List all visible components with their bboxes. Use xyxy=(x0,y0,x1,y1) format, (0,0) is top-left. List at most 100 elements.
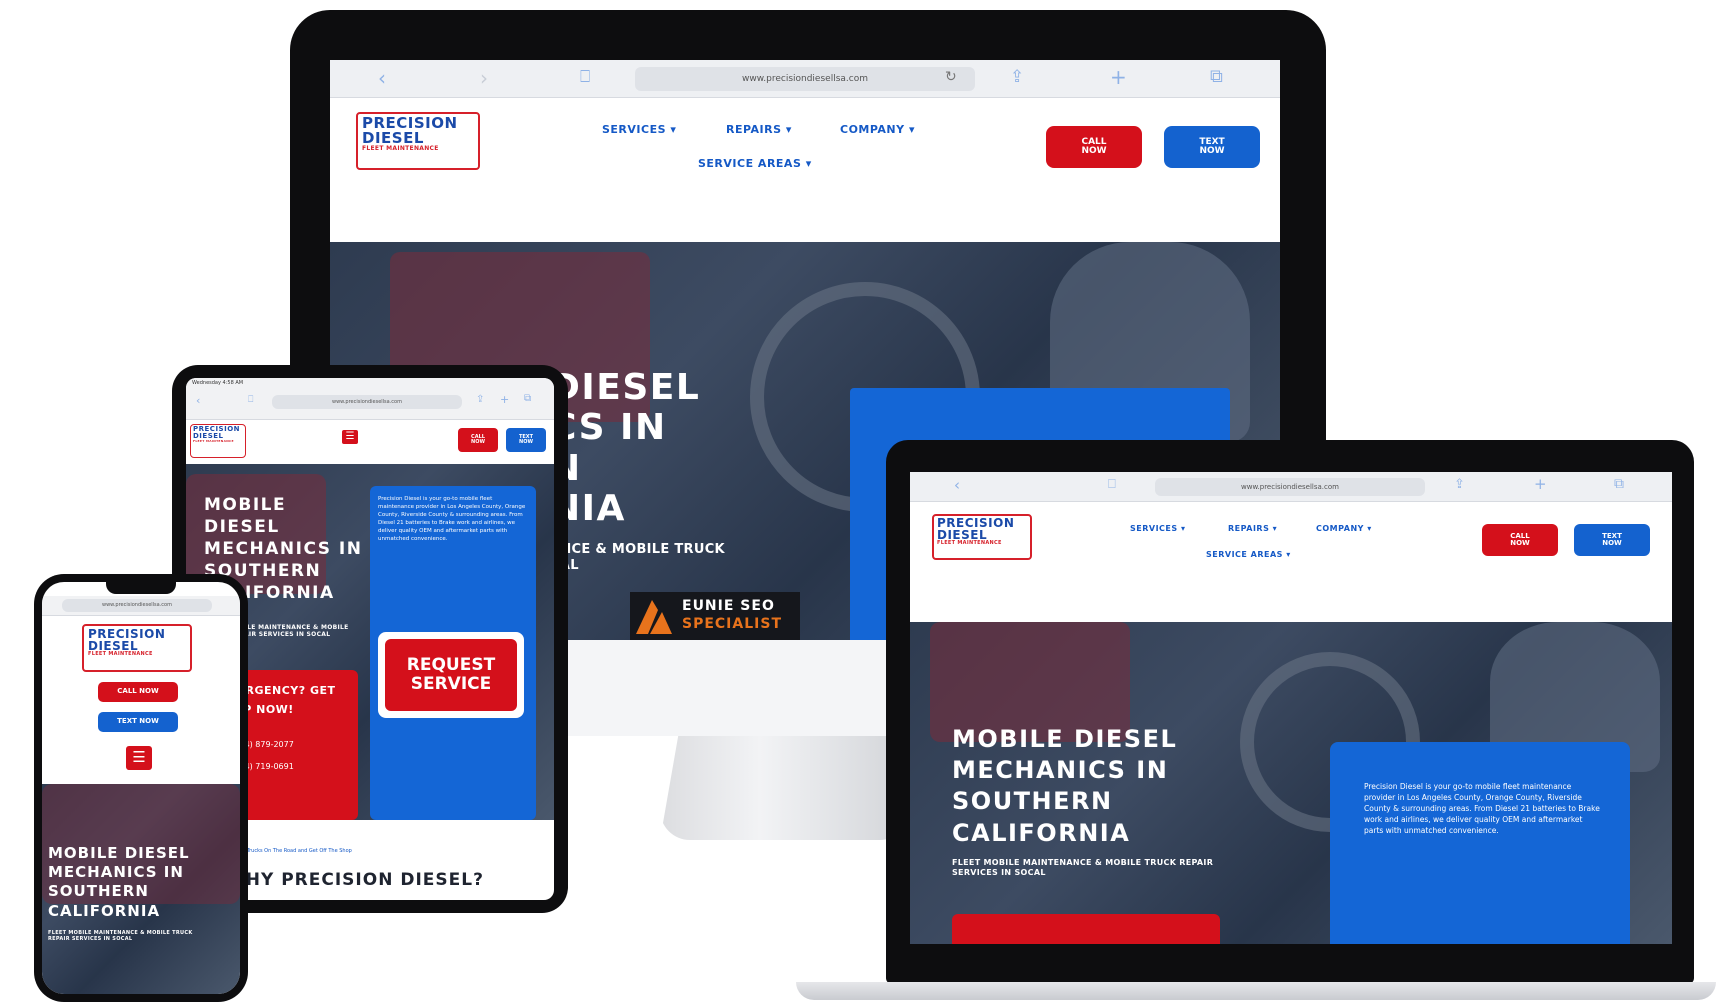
url-text: www.precisiondiesellsa.com xyxy=(742,74,868,84)
new-tab-icon[interactable]: + xyxy=(1110,65,1127,89)
call-now-button[interactable]: CALL NOW xyxy=(1482,524,1558,556)
seo-logo-icon xyxy=(636,600,672,634)
tablet-status-text: Wednesday 4:58 AM xyxy=(192,380,244,386)
chevron-down-icon: ▾ xyxy=(1180,524,1186,533)
laptop-base xyxy=(796,982,1716,1000)
nav-services-label: SERVICES xyxy=(1130,524,1178,533)
phone-logo[interactable]: PRECISION DIESEL FLEET MAINTENANCE xyxy=(82,624,192,672)
chevron-down-icon: ▾ xyxy=(1286,550,1291,559)
back-icon[interactable]: ‹ xyxy=(954,476,960,494)
logo-line3: FLEET MAINTENANCE xyxy=(193,439,234,443)
call-now-button[interactable]: CALL NOW xyxy=(98,682,178,702)
chevron-down-icon: ▾ xyxy=(805,157,812,170)
text-now-button[interactable]: TEXT NOW xyxy=(1574,524,1650,556)
text-now-label: TEXT NOW xyxy=(1199,136,1225,156)
nav-repairs-label: REPAIRS xyxy=(1228,524,1270,533)
logo-line3: FLEET MAINTENANCE xyxy=(88,651,153,657)
laptop-browser-bar: ‹ ⎕ www.precisiondiesellsa.com ⇪ + ⧉ xyxy=(910,472,1672,502)
menu-icon[interactable]: ☰ xyxy=(126,746,152,770)
chevron-down-icon: ▾ xyxy=(1272,524,1278,533)
phone-hero-subtitle: FLEET MOBILE MAINTENANCE & MOBILE TRUCK … xyxy=(48,930,193,942)
url-text: www.precisiondiesellsa.com xyxy=(102,602,172,608)
book-icon[interactable]: ⎕ xyxy=(1108,477,1116,492)
share-icon[interactable]: ⇪ xyxy=(1454,477,1465,492)
logo-line2: DIESEL xyxy=(362,129,424,147)
menu-icon[interactable]: ☰ xyxy=(342,430,358,444)
nav-company[interactable]: COMPANY ▾ xyxy=(840,123,915,136)
tablet-browser-bar: Wednesday 4:58 AM ‹ ⎕ www.precisiondiese… xyxy=(186,378,554,420)
text-now-button[interactable]: TEXT NOW xyxy=(506,428,546,452)
url-text: www.precisiondiesellsa.com xyxy=(332,399,402,405)
book-icon[interactable]: ⎕ xyxy=(248,395,253,405)
call-now-label: CALL NOW xyxy=(1081,136,1107,156)
phone-hero: MOBILE DIESEL MECHANICS IN SOUTHERN CALI… xyxy=(42,784,240,994)
phone-notch xyxy=(106,582,176,594)
laptop-logo[interactable]: PRECISION DIESEL FLEET MAINTENANCE xyxy=(932,514,1032,560)
chevron-down-icon: ▾ xyxy=(670,123,677,136)
nav-company[interactable]: COMPANY ▾ xyxy=(1316,524,1372,533)
tabs-icon[interactable]: ⧉ xyxy=(524,393,531,404)
nav-repairs[interactable]: REPAIRS ▾ xyxy=(726,123,792,136)
laptop-intro-box: Precision Diesel is your go-to mobile fl… xyxy=(1330,742,1630,944)
text-now-button[interactable]: TEXT NOW xyxy=(98,712,178,732)
call-now-label: CALL NOW xyxy=(471,433,485,445)
laptop-hero-title: MOBILE DIESEL MECHANICS IN SOUTHERN CALI… xyxy=(952,725,1178,847)
text-now-label: TEXT NOW xyxy=(518,433,534,445)
nav-service-areas[interactable]: SERVICE AREAS ▾ xyxy=(1206,550,1291,559)
laptop-intro-text: Precision Diesel is your go-to mobile fl… xyxy=(1364,782,1600,835)
request-service-button[interactable]: REQUEST SERVICE xyxy=(378,632,524,718)
share-icon[interactable]: ⇪ xyxy=(1010,67,1024,87)
reload-icon[interactable]: ↻ xyxy=(945,69,957,85)
nav-service-areas-label: SERVICE AREAS xyxy=(1206,550,1283,559)
phone-screen: www.precisiondiesellsa.com PRECISION DIE… xyxy=(42,582,240,994)
call-now-button[interactable]: CALL NOW xyxy=(458,428,498,452)
new-tab-icon[interactable]: + xyxy=(1534,475,1547,493)
phone-url-bar[interactable]: www.precisiondiesellsa.com xyxy=(62,599,212,612)
tablet-intro-box: Precision Diesel is your go-to mobile fl… xyxy=(370,486,536,820)
nav-service-areas[interactable]: SERVICE AREAS ▾ xyxy=(698,157,812,170)
monitor-url-bar[interactable]: www.precisiondiesellsa.com xyxy=(635,67,975,91)
request-service-label: REQUEST SERVICE xyxy=(406,655,496,694)
tabs-icon[interactable]: ⧉ xyxy=(1614,476,1624,492)
tabs-icon[interactable]: ⧉ xyxy=(1210,66,1223,87)
tablet-url-bar[interactable]: www.precisiondiesellsa.com xyxy=(272,395,462,409)
nav-services-label: SERVICES xyxy=(602,123,667,136)
phone-browser-bar: www.precisiondiesellsa.com xyxy=(42,596,240,616)
chevron-down-icon: ▾ xyxy=(1367,524,1372,533)
nav-repairs-label: REPAIRS xyxy=(726,123,782,136)
back-icon[interactable]: ‹ xyxy=(378,66,386,90)
text-now-label: TEXT NOW xyxy=(117,717,159,726)
tablet-logo[interactable]: PRECISION DIESEL FLEET MAINTENANCE xyxy=(190,424,246,458)
call-now-button[interactable]: CALL NOW xyxy=(1046,126,1142,168)
laptop-url-bar[interactable]: www.precisiondiesellsa.com xyxy=(1155,478,1425,496)
forward-icon[interactable]: › xyxy=(480,66,488,90)
monitor-hero-subtitle: ANCE & MOBILE TRUCK CAL xyxy=(550,542,725,573)
book-icon[interactable]: ⎕ xyxy=(580,67,590,87)
text-now-button[interactable]: TEXT NOW xyxy=(1164,126,1260,168)
back-icon[interactable]: ‹ xyxy=(196,394,200,407)
logo-line3: FLEET MAINTENANCE xyxy=(937,540,1002,546)
laptop-hero: MOBILE DIESEL MECHANICS IN SOUTHERN CALI… xyxy=(910,622,1672,944)
phone-hero-title: MOBILE DIESEL MECHANICS IN SOUTHERN CALI… xyxy=(48,844,190,920)
text-now-label: TEXT NOW xyxy=(1602,531,1622,547)
nav-services[interactable]: SERVICES ▾ xyxy=(1130,524,1185,533)
monitor-browser-bar: ‹ › ⎕ www.precisiondiesellsa.com ↻ ⇪ + ⧉ xyxy=(330,60,1280,98)
chevron-down-icon: ▾ xyxy=(785,123,792,136)
nav-services[interactable]: SERVICES ▾ xyxy=(602,123,676,136)
why-heading: WHY PRECISION DIESEL? xyxy=(226,870,484,890)
new-tab-icon[interactable]: + xyxy=(500,393,509,406)
laptop-hero-cta-button[interactable] xyxy=(952,914,1220,944)
nav-company-label: COMPANY xyxy=(840,123,905,136)
monitor-logo[interactable]: PRECISION DIESEL FLEET MAINTENANCE xyxy=(356,112,480,170)
nav-repairs[interactable]: REPAIRS ▾ xyxy=(1228,524,1277,533)
call-now-label: CALL NOW xyxy=(117,687,159,696)
seo-badge: EUNIE SEO SPECIALIST xyxy=(630,592,800,640)
call-now-label: CALL NOW xyxy=(1510,531,1530,547)
seo-badge-line1: EUNIE SEO xyxy=(682,598,775,614)
monitor-hero-title: DIESEL CS IN N NIA xyxy=(550,367,701,529)
nav-company-label: COMPANY xyxy=(1316,524,1364,533)
logo-line3: FLEET MAINTENANCE xyxy=(362,145,439,152)
laptop-hero-subtitle: FLEET MOBILE MAINTENANCE & MOBILE TRUCK … xyxy=(952,858,1214,877)
chevron-down-icon: ▾ xyxy=(908,123,915,136)
share-icon[interactable]: ⇪ xyxy=(476,394,484,405)
